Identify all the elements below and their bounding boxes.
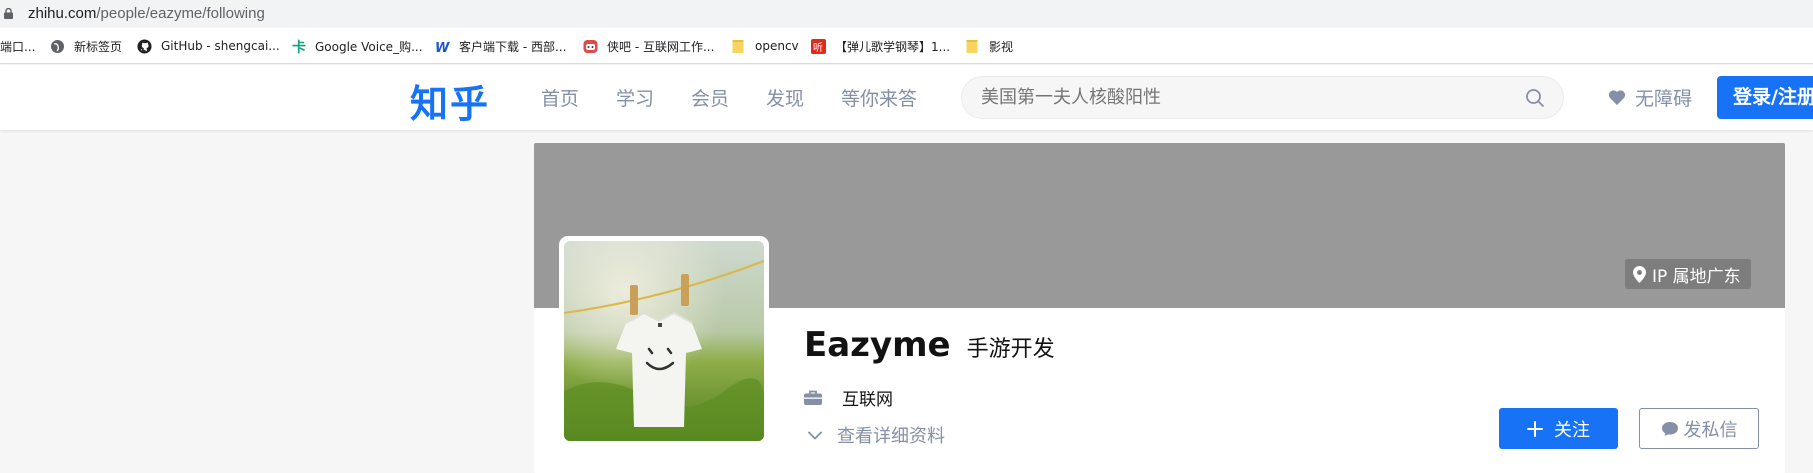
svg-text:听: 听 [813,42,823,54]
url-path: /people/eazyme/following [96,5,265,22]
avatar[interactable] [564,241,764,441]
globe-icon [51,39,64,53]
send-message-button[interactable]: 发私信 [1639,408,1759,449]
profile-industry-row: 互联网 [804,385,893,410]
nav-member[interactable]: 会员 [691,84,729,111]
nav-home[interactable]: 首页 [541,84,579,111]
chat-bubble-icon [1661,421,1678,436]
lock-icon[interactable] [4,8,13,19]
plus-icon [1527,420,1543,437]
bookmark-label: 【弹儿歌学钢琴】1... [835,39,951,54]
bookmark-label: 新标签页 [74,39,123,54]
ip-location-text: IP 属地广东 [1652,266,1741,287]
nav-discover[interactable]: 发现 [766,84,804,111]
accessibility-button[interactable]: 无障碍 [1608,84,1692,111]
location-pin-icon [1633,265,1646,283]
chevron-down-icon [808,431,822,439]
bookmark-item[interactable]: 卡 Google Voice_购... [291,28,423,64]
briefcase-icon [804,390,822,405]
follow-button[interactable]: 关注 [1499,408,1618,449]
profile-industry: 互联网 [842,390,893,410]
bookmark-item[interactable]: 侠吧 - 互联网工作... [583,28,714,64]
url-host: zhihu.com [28,5,97,22]
svg-text:卡: 卡 [292,39,306,54]
bookmark-item[interactable]: 端口... [0,28,35,64]
bookmark-item[interactable]: opencv [731,28,799,64]
search-icon[interactable] [1525,88,1545,108]
xiaba-icon [583,39,598,53]
card-icon: 卡 [292,39,306,54]
bookmark-item[interactable]: W 客户端下载 - 西部... [435,28,566,64]
bookmark-label: opencv [755,39,799,53]
url-text[interactable]: zhihu.com/people/eazyme/following [28,5,265,22]
bookmark-item[interactable]: GitHub - shengcai... [137,28,280,64]
bookmark-label: 侠吧 - 互联网工作... [607,39,715,54]
address-bar[interactable]: zhihu.com/people/eazyme/following [0,0,1813,27]
view-details-link[interactable]: 查看详细资料 [808,422,945,448]
view-details-label: 查看详细资料 [837,426,945,447]
bookmarks-bar: 端口... 新标签页 GitHub - shengcai... 卡 Google… [0,28,1813,64]
nav-waiting-answers[interactable]: 等你来答 [841,84,917,111]
send-message-label: 发私信 [1683,419,1738,441]
bookmark-label: 影视 [989,39,1014,54]
bookmark-label: 端口... [0,39,36,54]
folder-icon [966,39,978,53]
bookmark-item[interactable]: 影视 [965,28,1013,64]
folder-icon [732,39,744,53]
zhihu-logo[interactable]: 知乎 [410,73,490,128]
login-register-button[interactable]: 登录/注册 [1717,76,1813,119]
bookmark-label: Google Voice_购... [315,39,423,54]
bookmark-label: 客户端下载 - 西部... [459,39,567,54]
bookmark-label: GitHub - shengcai... [161,39,280,53]
search-input[interactable] [981,87,1501,108]
bookmark-item[interactable]: 听 【弹儿歌学钢琴】1... [811,28,950,64]
ip-location-badge: IP 属地广东 [1625,259,1751,289]
github-icon [137,38,152,54]
heart-icon [1608,90,1626,105]
accessibility-label: 无障碍 [1635,88,1693,110]
bookmark-item[interactable]: 新标签页 [50,28,122,64]
profile-headline: 手游开发 [966,337,1055,362]
w-logo-icon: W [435,41,450,54]
follow-label: 关注 [1554,419,1590,441]
ting-icon: 听 [811,38,826,54]
avatar-frame [559,236,769,446]
search-box[interactable] [961,76,1564,119]
profile-name-row: Eazyme 手游开发 [804,325,1055,365]
profile-name: Eazyme [804,325,951,365]
site-header: 知乎 首页 学习 会员 发现 等你来答 无障碍 登录/注册 [0,65,1813,130]
nav-learn[interactable]: 学习 [616,84,654,111]
svg-text:W: W [435,41,450,54]
